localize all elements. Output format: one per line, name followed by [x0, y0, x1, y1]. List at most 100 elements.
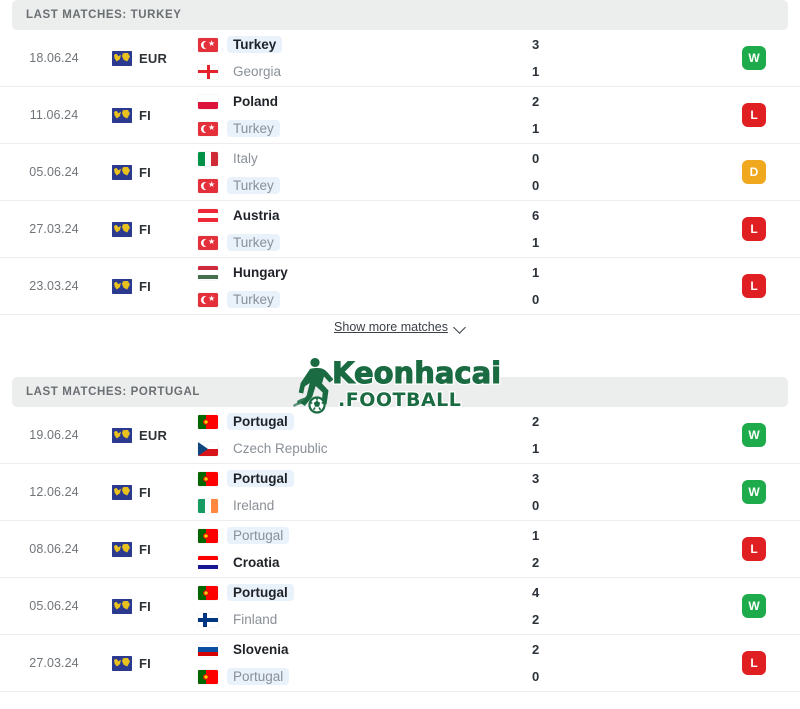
friendly-international-icon	[112, 541, 132, 557]
away-team-name: Czech Republic	[233, 441, 328, 456]
away-team-line[interactable]: Georgia	[198, 63, 508, 81]
away-team-name: Croatia	[233, 555, 280, 570]
status-badge: W	[742, 594, 766, 618]
away-score: 0	[532, 669, 540, 684]
competition-label: EUR	[139, 50, 168, 66]
scores-cell: 1 0	[508, 258, 708, 314]
competition-cell[interactable]: FI	[108, 578, 194, 634]
home-team-line[interactable]: Turkey	[198, 36, 508, 54]
result-cell: L	[708, 258, 800, 314]
home-team-line[interactable]: Portugal	[198, 584, 508, 602]
table-row[interactable]: 05.06.24 FI Portugal Finland 4 2 W	[0, 578, 800, 635]
home-team-name: Portugal	[227, 413, 294, 430]
flag-portugal-icon	[198, 414, 218, 429]
flag-croatia-icon	[198, 555, 218, 570]
home-team-name: Italy	[233, 151, 258, 166]
table-row[interactable]: 11.06.24 FI Poland Turkey 2	[0, 87, 800, 144]
competition-cell[interactable]: EUR	[108, 407, 194, 463]
section-header-portugal: LAST MATCHES: PORTUGAL	[12, 377, 788, 407]
away-team-name: Georgia	[233, 64, 282, 79]
status-badge: L	[742, 537, 766, 561]
match-list-turkey: 18.06.24 EUR Turkey Georgia 3	[0, 30, 800, 315]
away-team-line[interactable]: Ireland	[198, 497, 508, 515]
section-portugal: LAST MATCHES: PORTUGAL 19.06.24 EUR Port…	[0, 377, 800, 692]
show-more-matches-button[interactable]: Show more matches	[334, 320, 466, 334]
scores-cell: 2 1	[508, 407, 708, 463]
away-score: 1	[532, 64, 540, 79]
competition-cell[interactable]: FI	[108, 635, 194, 691]
table-row[interactable]: 27.03.24 FI Austria Turkey 6	[0, 201, 800, 258]
flag-georgia-icon	[198, 64, 218, 79]
home-team-line[interactable]: Portugal	[198, 470, 508, 488]
home-team-line[interactable]: Portugal	[198, 413, 508, 431]
friendly-international-icon	[112, 598, 132, 614]
table-row[interactable]: 27.03.24 FI Slovenia Portugal 2 0 L	[0, 635, 800, 692]
away-team-line[interactable]: Turkey	[198, 291, 508, 309]
result-cell: L	[708, 87, 800, 143]
flag-ireland-icon	[198, 498, 218, 513]
competition-cell[interactable]: EUR	[108, 30, 194, 86]
away-team-line[interactable]: Finland	[198, 611, 508, 629]
table-row[interactable]: 23.03.24 FI Hungary Turkey 1	[0, 258, 800, 315]
home-team-line[interactable]: Poland	[198, 93, 508, 111]
teams-cell: Turkey Georgia	[194, 30, 508, 86]
status-badge: D	[742, 160, 766, 184]
competition-cell[interactable]: FI	[108, 464, 194, 520]
away-team-line[interactable]: Czech Republic	[198, 440, 508, 458]
competition-cell[interactable]: FI	[108, 87, 194, 143]
competition-cell[interactable]: FI	[108, 144, 194, 200]
scores-cell: 2 0	[508, 635, 708, 691]
teams-cell: Portugal Ireland	[194, 464, 508, 520]
home-team-name: Hungary	[233, 265, 288, 280]
home-team-line[interactable]: Italy	[198, 150, 508, 168]
competition-cell[interactable]: FI	[108, 201, 194, 257]
home-score: 1	[532, 528, 540, 543]
away-team-name: Finland	[233, 612, 278, 627]
competition-cell[interactable]: FI	[108, 258, 194, 314]
flag-turkey-icon	[198, 292, 218, 307]
away-team-line[interactable]: Turkey	[198, 177, 508, 195]
away-score: 1	[532, 235, 540, 250]
competition-cell[interactable]: FI	[108, 521, 194, 577]
result-cell: L	[708, 521, 800, 577]
table-row[interactable]: 05.06.24 FI Italy Turkey 0	[0, 144, 800, 201]
table-row[interactable]: 12.06.24 FI Portugal Ireland 3 0 W	[0, 464, 800, 521]
home-team-line[interactable]: Slovenia	[198, 641, 508, 659]
away-team-line[interactable]: Turkey	[198, 234, 508, 252]
table-row[interactable]: 08.06.24 FI Portugal Croatia 1 2 L	[0, 521, 800, 578]
flag-portugal-icon	[198, 528, 218, 543]
scores-cell: 6 1	[508, 201, 708, 257]
home-score: 0	[532, 151, 540, 166]
section-divider	[0, 365, 800, 377]
away-team-name: Ireland	[233, 498, 275, 513]
result-cell: W	[708, 578, 800, 634]
away-score: 2	[532, 612, 540, 627]
friendly-international-icon	[112, 164, 132, 180]
home-team-line[interactable]: Austria	[198, 207, 508, 225]
away-team-line[interactable]: Croatia	[198, 554, 508, 572]
section-turkey: LAST MATCHES: TURKEY 18.06.24 EUR Turkey	[0, 0, 800, 365]
friendly-international-icon	[112, 484, 132, 500]
status-badge: L	[742, 651, 766, 675]
table-row[interactable]: 18.06.24 EUR Turkey Georgia 3	[0, 30, 800, 87]
section-title: LAST MATCHES: PORTUGAL	[26, 386, 200, 398]
match-list-portugal: 19.06.24 EUR Portugal Czech Republic 2 1…	[0, 407, 800, 692]
competition-label: FI	[139, 164, 151, 180]
away-team-line[interactable]: Portugal	[198, 668, 508, 686]
table-row[interactable]: 19.06.24 EUR Portugal Czech Republic 2 1…	[0, 407, 800, 464]
home-score: 2	[532, 414, 540, 429]
flag-portugal-icon	[198, 669, 218, 684]
friendly-international-icon	[112, 278, 132, 294]
home-team-line[interactable]: Hungary	[198, 264, 508, 282]
home-team-line[interactable]: Portugal	[198, 527, 508, 545]
competition-label: FI	[139, 655, 151, 671]
status-badge: L	[742, 217, 766, 241]
away-team-name: Turkey	[227, 291, 280, 308]
teams-cell: Austria Turkey	[194, 201, 508, 257]
flag-poland-icon	[198, 94, 218, 109]
away-team-name: Portugal	[227, 668, 290, 685]
away-team-line[interactable]: Turkey	[198, 120, 508, 138]
uefa-euro-icon	[112, 427, 132, 443]
uefa-euro-icon	[112, 50, 132, 66]
flag-hungary-icon	[198, 265, 218, 280]
